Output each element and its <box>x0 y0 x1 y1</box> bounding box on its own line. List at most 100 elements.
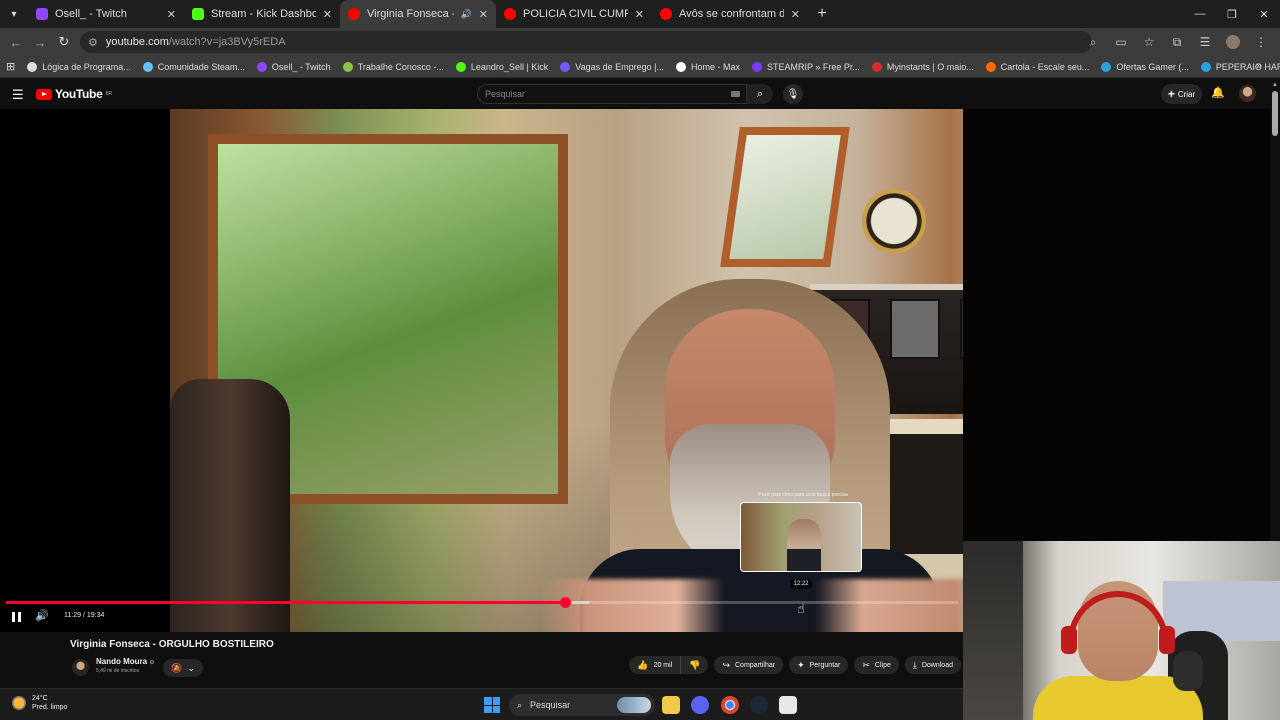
weather-widget[interactable]: 24°C Pred. limpo <box>12 694 67 712</box>
close-icon[interactable]: ✕ <box>167 8 176 21</box>
close-icon[interactable]: ✕ <box>791 8 800 21</box>
subscriber-count: 5,49 mi de inscritos <box>96 668 140 674</box>
restore-icon[interactable]: ❐ <box>1216 0 1248 28</box>
cast-icon[interactable]: ▭ <box>1110 32 1132 52</box>
search-button[interactable]: ⌕ <box>747 84 773 104</box>
scissors-icon: ✂ <box>862 659 870 670</box>
tab-1[interactable]: Stream - Kick Dashboard ✕ <box>184 0 340 28</box>
more-bookmarks-icon[interactable]: » <box>1256 60 1262 72</box>
profile-avatar[interactable] <box>1226 35 1240 49</box>
address-bar[interactable]: ⚙ youtube.com /watch?v=ja3BVy5rEDA <box>80 31 1092 53</box>
headset-earcup <box>1159 626 1175 654</box>
tab-4[interactable]: Avôs se confrontam durante re ✕ <box>652 0 808 28</box>
tab-3[interactable]: POLICIA CIVIL CUMPRE MANDA ✕ <box>496 0 652 28</box>
clip-button[interactable]: ✂ Clipe <box>854 656 899 674</box>
taskbar-search[interactable]: ⌕ Pesquisar <box>509 694 655 716</box>
steam-app-icon[interactable] <box>750 696 768 714</box>
start-button[interactable] <box>484 697 500 713</box>
ask-button[interactable]: ✦ Perguntar <box>789 656 849 674</box>
reload-icon[interactable]: ↻ <box>52 30 76 54</box>
video-scene-window <box>720 127 850 267</box>
tab-title: Stream - Kick Dashboard <box>211 8 316 20</box>
chrome-icon[interactable] <box>721 696 739 714</box>
tab-search-icon[interactable]: ▾ <box>0 0 28 28</box>
bookmark-3[interactable]: Trabalhe Conosco -... <box>342 61 444 72</box>
like-button[interactable]: 👍 20 mil <box>629 656 682 674</box>
bookmark-8[interactable]: Myinstants | O maio... <box>871 61 974 72</box>
zoom-icon[interactable]: ⌕ <box>1082 32 1104 52</box>
volume-icon[interactable]: 🔊 <box>35 609 49 622</box>
apps-grid-icon[interactable]: ⊞ <box>6 60 15 73</box>
bookmark-4[interactable]: Leandro_Sell | Kick <box>455 61 548 72</box>
forward-icon[interactable]: → <box>28 30 52 54</box>
bookmark-0[interactable]: Lógica de Programa... <box>27 61 131 72</box>
bookmark-11[interactable]: PEPERAIO HARDWA... <box>1200 61 1280 72</box>
bookmark-7[interactable]: STEAMRIP » Free Pr... <box>752 61 860 72</box>
bookmark-label: Vagas de Emprego |... <box>575 61 665 72</box>
bookmark-5[interactable]: Vagas de Emprego |... <box>560 61 665 72</box>
keyboard-icon[interactable] <box>731 91 740 97</box>
close-window-icon[interactable]: ✕ <box>1248 0 1280 28</box>
download-button[interactable]: ⤓ Download <box>904 656 961 674</box>
bookmark-2[interactable]: Osell_ - Twitch <box>256 61 331 72</box>
pause-button[interactable] <box>9 610 23 624</box>
youtube-logo[interactable]: YouTube BR <box>36 87 112 101</box>
kick-icon <box>455 61 466 72</box>
bookmark-label: Lógica de Programa... <box>42 61 131 72</box>
telegram-icon <box>1200 61 1211 72</box>
speaker-icon[interactable]: 🔊 <box>461 9 472 20</box>
file-explorer-icon[interactable] <box>662 696 680 714</box>
bookmark-icon <box>752 61 763 72</box>
tab-strip: ▾ Osell_ - Twitch ✕ Stream - Kick Dashbo… <box>0 0 1280 28</box>
bookmark-label: STEAMRIP » Free Pr... <box>767 61 860 72</box>
weather-text: 24°C Pred. limpo <box>32 694 67 712</box>
clip-label: Clipe <box>874 661 891 669</box>
tab-2[interactable]: Virginia Fonseca - ORGULHO 🔊 ✕ <box>340 0 496 28</box>
played-bar <box>6 601 565 604</box>
tab-0[interactable]: Osell_ - Twitch ✕ <box>28 0 184 28</box>
voice-search-button[interactable]: 🎙 <box>783 84 803 104</box>
video-presenter <box>540 259 963 632</box>
webcam-shelf <box>963 541 1023 720</box>
close-icon[interactable]: ✕ <box>323 8 332 21</box>
bookmark-star-icon[interactable]: ☆ <box>1138 32 1160 52</box>
subscribed-button[interactable]: 🔕 ⌄ <box>163 659 203 677</box>
scrollbar-thumb[interactable] <box>1272 91 1278 136</box>
verified-icon: ⊙ <box>149 660 155 666</box>
channel-avatar[interactable] <box>72 659 89 676</box>
bookmark-9[interactable]: Cartola - Escale seu... <box>985 61 1089 72</box>
site-info-icon[interactable]: ⚙ <box>88 36 98 49</box>
close-icon[interactable]: ✕ <box>635 8 644 21</box>
share-label: Compartilhar <box>735 661 776 669</box>
dislike-button[interactable]: 👎 <box>681 656 709 674</box>
extensions-icon[interactable]: ⧉ <box>1166 32 1188 52</box>
menu-kebab-icon[interactable]: ⋮ <box>1250 32 1272 52</box>
progress-bar[interactable] <box>6 597 958 608</box>
bookmark-10[interactable]: Ofertas Gamer (... <box>1101 61 1189 72</box>
tab-title: Avôs se confrontam durante re <box>679 8 784 20</box>
create-button[interactable]: + Criar <box>1161 84 1202 104</box>
create-label: Criar <box>1177 89 1196 99</box>
thumbs-up-icon: 👍 <box>637 659 649 670</box>
back-icon[interactable]: ← <box>4 30 28 54</box>
thumbs-down-icon: 👎 <box>689 659 701 670</box>
scroll-up-icon[interactable]: ▲ <box>1272 82 1278 88</box>
bookmark-6[interactable]: Home - Max <box>676 61 740 72</box>
youtube-favicon-icon <box>348 8 360 20</box>
search-input[interactable]: Pesquisar <box>477 84 747 104</box>
hamburger-menu-icon[interactable]: ☰ <box>12 87 24 103</box>
preview-presenter <box>787 519 821 571</box>
reading-list-icon[interactable]: ☰ <box>1194 32 1216 52</box>
bookmark-1[interactable]: Comunidade Steam... <box>142 61 245 72</box>
discord-icon[interactable] <box>691 696 709 714</box>
obs-icon[interactable] <box>779 696 797 714</box>
page-scrollbar[interactable]: ▲ <box>1270 79 1280 541</box>
scrubber-handle[interactable] <box>559 597 571 608</box>
new-tab-button[interactable]: + <box>808 5 836 23</box>
notifications-bell-icon[interactable]: 🔔 <box>1211 86 1225 99</box>
share-button[interactable]: ↪ Compartilhar <box>714 656 784 674</box>
account-avatar[interactable] <box>1239 85 1256 102</box>
channel-name[interactable]: Nando Moura ⊙ <box>96 657 154 666</box>
minimize-icon[interactable]: — <box>1184 0 1216 28</box>
close-icon[interactable]: ✕ <box>479 8 488 21</box>
